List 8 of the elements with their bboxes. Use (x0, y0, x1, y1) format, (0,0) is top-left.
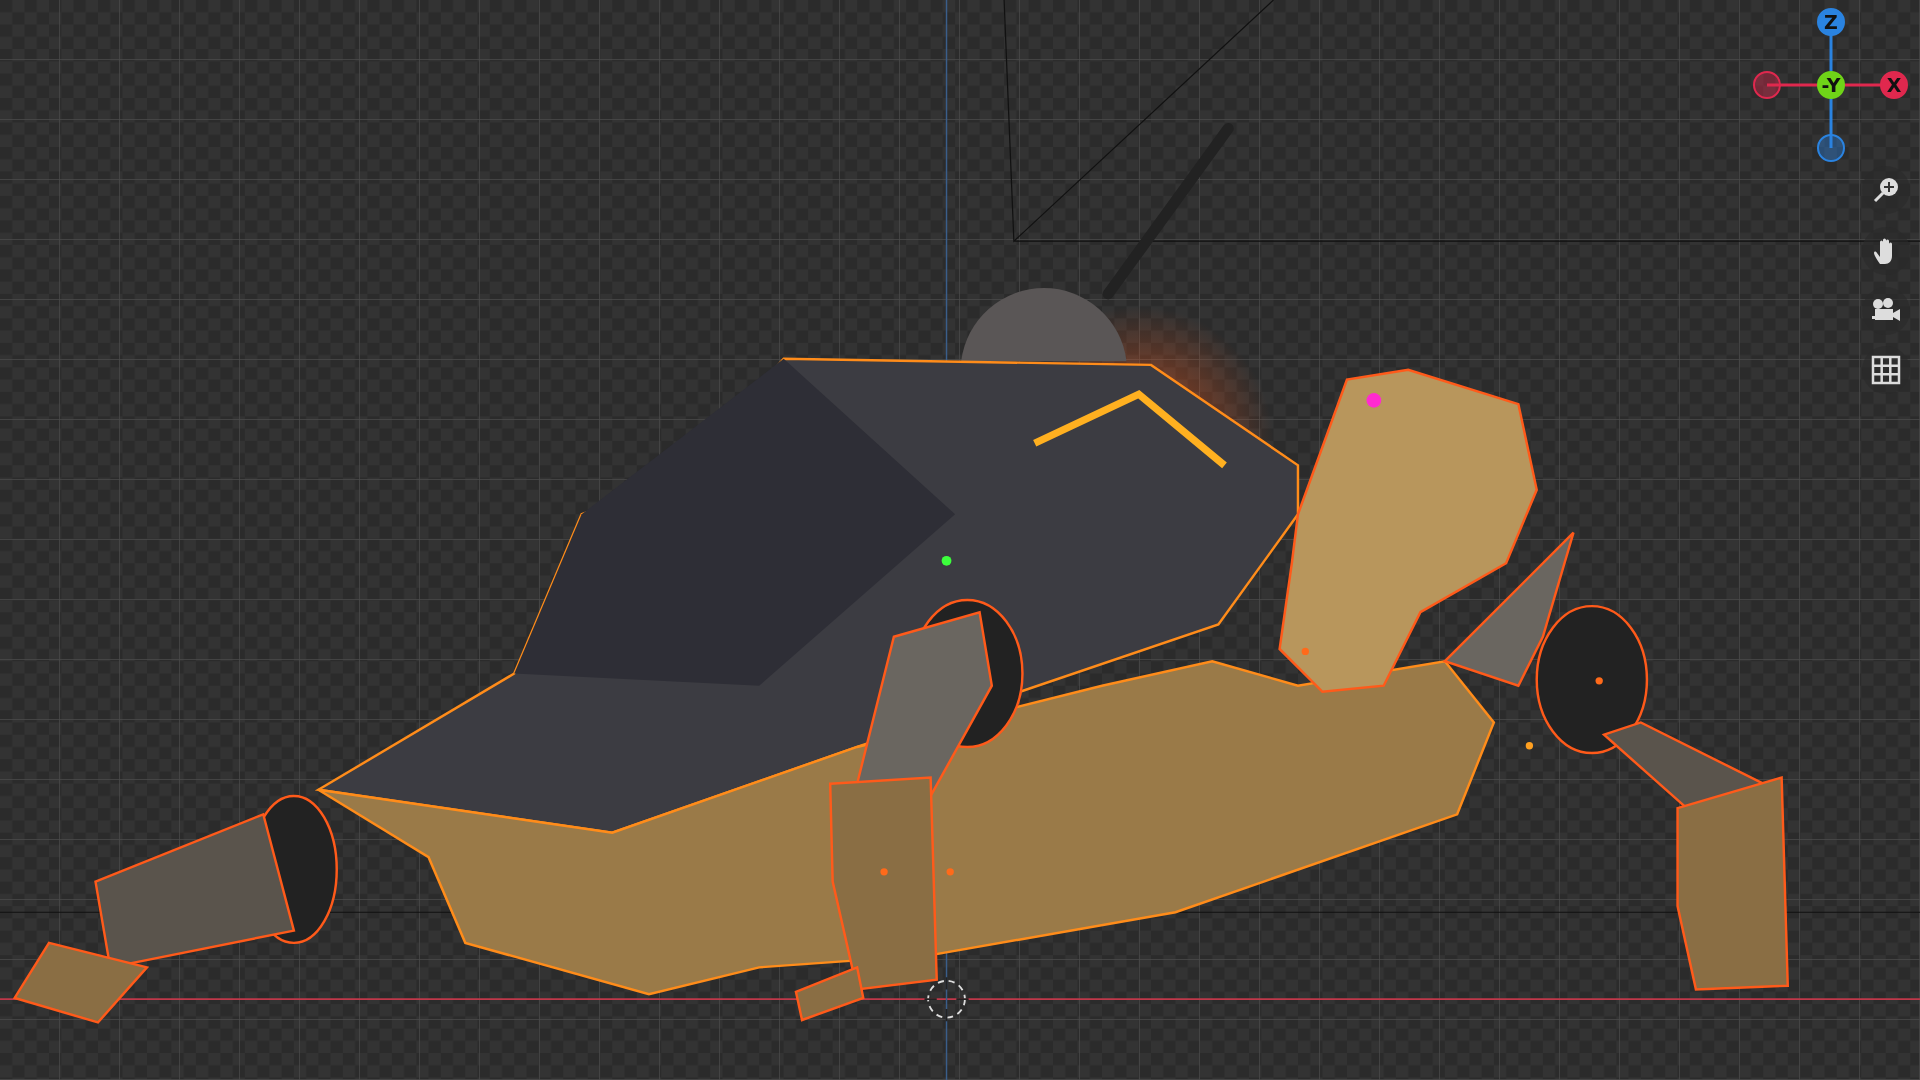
grid-view-button[interactable] (1862, 346, 1910, 394)
3d-cursor-icon (923, 976, 970, 1023)
axis-handle[interactable] (1753, 71, 1781, 99)
zoom-in-icon (1871, 175, 1901, 205)
grid-icon (1871, 355, 1901, 385)
axis-handle[interactable] (1817, 134, 1845, 162)
robot-model-drawing[interactable] (12, 123, 1790, 1024)
viewport[interactable]: Z -Y X (0, 0, 1920, 1080)
